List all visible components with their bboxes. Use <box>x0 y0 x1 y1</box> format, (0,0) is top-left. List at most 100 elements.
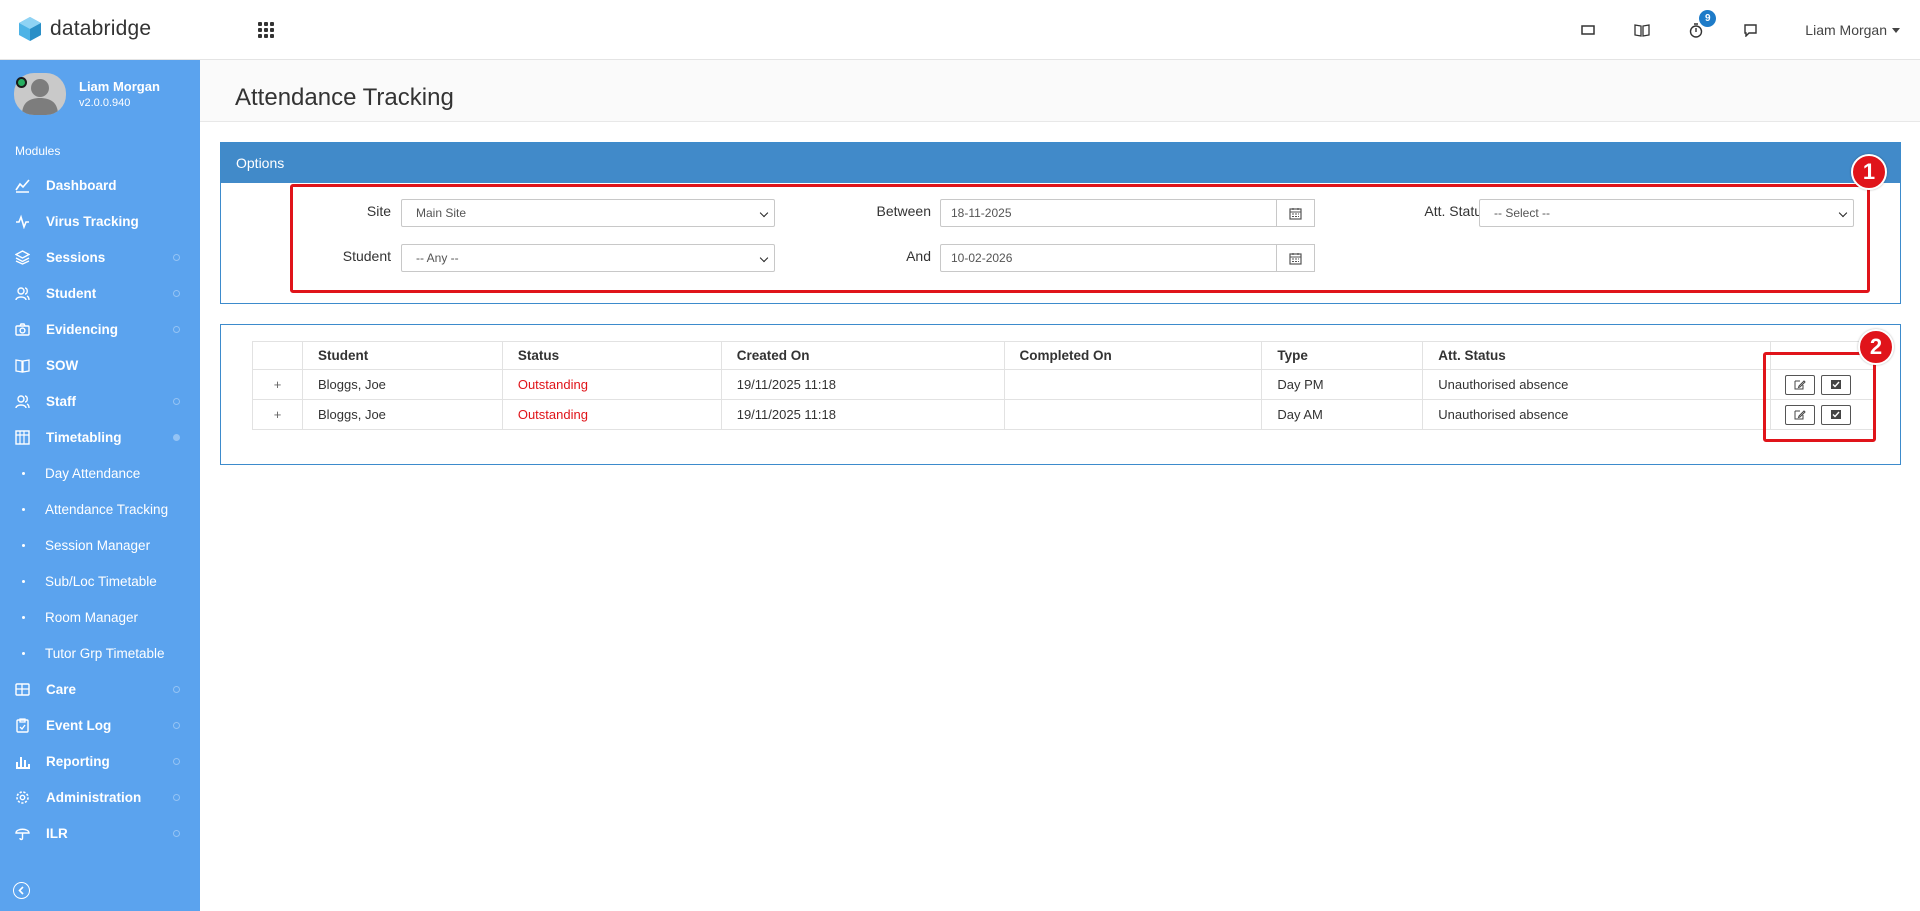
databridge-logo-icon <box>19 17 41 41</box>
camera-icon <box>15 322 30 336</box>
column-header-type[interactable]: Type <box>1261 341 1424 370</box>
app-name: databridge <box>50 17 152 40</box>
expand-indicator-icon <box>173 254 180 261</box>
sidebar-subitem-room-manager[interactable]: Room Manager <box>0 599 200 635</box>
cell-completed-on <box>1003 399 1263 430</box>
sidebar-subitem-label: Session Manager <box>45 537 151 553</box>
table-row: + Bloggs, Joe Outstanding 19/11/2025 11:… <box>252 369 1876 400</box>
callout-marker-1: 1 <box>1851 154 1887 190</box>
attendance-table: Student Status Created On Completed On T… <box>252 341 1876 430</box>
cell-created-on: 19/11/2025 11:18 <box>720 369 1005 400</box>
timer-icon[interactable]: 9 <box>1686 10 1717 40</box>
sidebar-item-label: Student <box>46 285 97 301</box>
user-profile[interactable]: Liam Morgan v2.0.0.940 <box>14 73 160 115</box>
sidebar-nav: Dashboard Virus Tracking Sessions Studen… <box>0 167 200 851</box>
bar-chart-icon <box>16 756 30 769</box>
sidebar-item-evidencing[interactable]: Evidencing <box>0 311 200 347</box>
sidebar-item-virus-tracking[interactable]: Virus Tracking <box>0 203 200 239</box>
sidebar-item-label: Reporting <box>46 753 110 769</box>
sidebar-subitem-label: Room Manager <box>45 609 139 625</box>
window-icon[interactable] <box>1578 20 1598 40</box>
sidebar: Liam Morgan v2.0.0.940 Modules Dashboard… <box>0 60 200 911</box>
sidebar-item-label: ILR <box>46 825 68 841</box>
column-header-student[interactable]: Student <box>301 341 503 370</box>
cell-created-on: 19/11/2025 11:18 <box>720 399 1005 430</box>
cell-status: Outstanding <box>501 399 722 430</box>
page-title: Attendance Tracking <box>235 84 454 111</box>
bullet-icon <box>22 579 25 583</box>
top-bar: databridge 9 Liam Morgan <box>0 0 1920 60</box>
sidebar-item-reporting[interactable]: Reporting <box>0 743 200 779</box>
chat-icon[interactable] <box>1740 20 1760 40</box>
sidebar-item-label: SOW <box>46 357 79 373</box>
sidebar-subitem-attendance-tracking[interactable]: Attendance Tracking <box>0 491 200 527</box>
pulse-icon <box>16 214 29 229</box>
notification-badge: 9 <box>1699 10 1717 27</box>
column-header-created-on[interactable]: Created On <box>720 341 1005 370</box>
calendar-grid-icon <box>15 429 30 445</box>
sidebar-item-label: Staff <box>46 393 76 409</box>
app-version: v2.0.0.940 <box>79 97 131 109</box>
cell-student: Bloggs, Joe <box>301 369 503 400</box>
sidebar-subitem-day-attendance[interactable]: Day Attendance <box>0 455 200 491</box>
table-header-row: Student Status Created On Completed On T… <box>252 341 1876 370</box>
column-header-att-status[interactable]: Att. Status <box>1422 341 1772 370</box>
sidebar-item-label: Evidencing <box>46 321 119 337</box>
sidebar-item-dashboard[interactable]: Dashboard <box>0 167 200 203</box>
cell-type: Day PM <box>1261 369 1424 400</box>
cell-student: Bloggs, Joe <box>301 399 503 430</box>
expand-row-button[interactable]: + <box>252 399 303 430</box>
bullet-icon <box>22 615 25 619</box>
sidebar-item-sow[interactable]: SOW <box>0 347 200 383</box>
sidebar-item-event-log[interactable]: Event Log <box>0 707 200 743</box>
table-row: + Bloggs, Joe Outstanding 19/11/2025 11:… <box>252 399 1876 430</box>
sidebar-subitem-label: Tutor Grp Timetable <box>45 645 165 661</box>
expand-indicator-icon <box>173 290 180 297</box>
chart-line-icon <box>15 178 30 193</box>
online-status-dot <box>16 77 27 88</box>
callout-marker-2: 2 <box>1858 329 1894 365</box>
expand-indicator-icon <box>173 794 180 801</box>
cell-type: Day AM <box>1261 399 1424 430</box>
expand-row-button[interactable]: + <box>252 369 303 400</box>
bullet-icon <box>22 651 25 655</box>
expand-indicator-icon <box>173 830 180 837</box>
sidebar-item-care[interactable]: Care <box>0 671 200 707</box>
page-header: Attendance Tracking <box>200 60 1920 122</box>
book-open-icon[interactable] <box>1632 20 1652 40</box>
sidebar-item-administration[interactable]: Administration <box>0 779 200 815</box>
cell-att-status: Unauthorised absence <box>1422 399 1772 430</box>
caret-down-icon <box>1892 27 1900 33</box>
sidebar-subitem-label: Sub/Loc Timetable <box>45 573 157 589</box>
highlight-box-filters <box>290 184 1870 293</box>
umbrella-icon <box>15 828 30 840</box>
sidebar-subitem-session-manager[interactable]: Session Manager <box>0 527 200 563</box>
expand-indicator-icon <box>173 326 180 333</box>
users-icon <box>15 394 30 408</box>
expand-column-header <box>252 341 303 370</box>
sidebar-item-staff[interactable]: Staff <box>0 383 200 419</box>
sidebar-item-label: Timetabling <box>46 429 122 445</box>
sidebar-subitem-sub-loc-timetable[interactable]: Sub/Loc Timetable <box>0 563 200 599</box>
sidebar-item-sessions[interactable]: Sessions <box>0 239 200 275</box>
sidebar-item-student[interactable]: Student <box>0 275 200 311</box>
sidebar-item-timetabling[interactable]: Timetabling <box>0 419 200 455</box>
sidebar-item-label: Care <box>46 681 77 697</box>
expand-indicator-icon <box>173 722 180 729</box>
sidebar-item-label: Event Log <box>46 717 112 733</box>
collapse-sidebar-icon[interactable] <box>13 882 30 899</box>
sidebar-subitem-tutor-grp-timetable[interactable]: Tutor Grp Timetable <box>0 635 200 671</box>
column-header-status[interactable]: Status <box>501 341 722 370</box>
app-logo[interactable]: databridge <box>18 16 151 42</box>
expand-indicator-icon <box>173 686 180 693</box>
bullet-icon <box>22 507 25 511</box>
clipboard-icon <box>16 717 29 733</box>
highlight-box-actions <box>1763 352 1876 442</box>
column-header-completed-on[interactable]: Completed On <box>1003 341 1263 370</box>
apps-grid-icon[interactable] <box>258 22 274 38</box>
profile-name: Liam Morgan <box>79 79 160 94</box>
sidebar-item-label: Administration <box>46 789 142 805</box>
sidebar-subitem-label: Day Attendance <box>45 465 141 481</box>
sidebar-item-ilr[interactable]: ILR <box>0 815 200 851</box>
user-menu[interactable]: Liam Morgan <box>1805 22 1900 38</box>
